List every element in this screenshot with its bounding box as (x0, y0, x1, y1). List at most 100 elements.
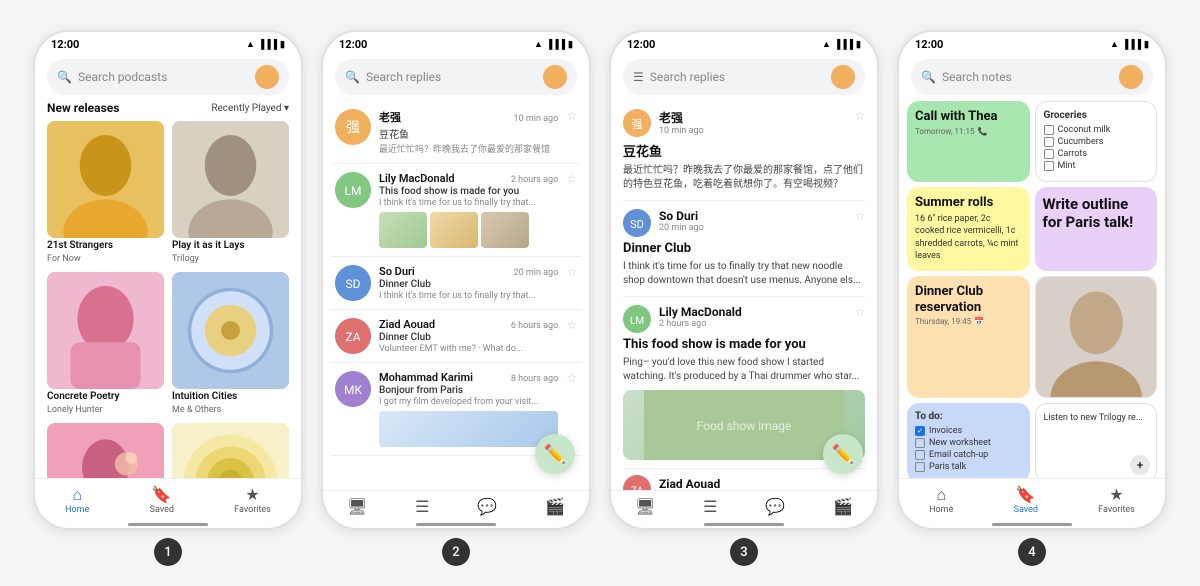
note-person-image[interactable] (1035, 276, 1158, 399)
nav-video-3[interactable]: 🎬 (833, 499, 853, 515)
detail-subject-3-3: This food show is made for you (623, 337, 865, 352)
todo-checkbox-invoices[interactable]: ✓ (915, 426, 925, 436)
todo-checkbox-worksheet[interactable] (915, 438, 925, 448)
groceries-title: Groceries (1044, 110, 1149, 121)
note-listen-trilogy[interactable]: Listen to new Trilogy re... + (1035, 403, 1158, 478)
star-icon-3-2[interactable]: ☆ (854, 209, 865, 223)
note-groceries[interactable]: Groceries Coconut milk Cucumbers Carrots (1035, 101, 1158, 182)
podcast-name-3: Concrete Poetry (47, 391, 164, 403)
saved-icon-1: 🔖 (152, 487, 172, 503)
note-write-outline[interactable]: Write outline for Paris talk! (1035, 187, 1158, 271)
star-icon-3-1[interactable]: ☆ (854, 109, 865, 123)
nav-chat-2[interactable]: 💬 (477, 499, 497, 515)
nav-home-4[interactable]: ⌂ Home (929, 487, 953, 515)
list-item[interactable]: Intuition Cities Me & Others (172, 272, 289, 415)
list-icon-3: ☰ (703, 499, 717, 515)
msg-time-2-2: 2 hours ago (511, 175, 558, 185)
star-icon-2-5[interactable]: ☆ (566, 371, 577, 385)
phone-3-wrapper: 12:00 ▲ ▐▐▐ ▮ ☰ Search replies (609, 30, 879, 566)
svg-text:LM: LM (345, 184, 362, 198)
search-bar-2[interactable]: 🔍 Search replies (335, 59, 577, 95)
checkbox-cucumbers[interactable] (1044, 137, 1054, 147)
search-bar-1[interactable]: 🔍 Search podcasts (47, 59, 289, 95)
bottom-nav-3: 🖥 ☰ 💬 🎬 (611, 490, 877, 519)
note-todo[interactable]: To do: ✓ Invoices New worksheet Email ca… (907, 403, 1030, 478)
home-icon-4: ⌂ (936, 487, 946, 503)
search-icon-4: 🔍 (921, 70, 936, 84)
calendar-icon-dinner-club: 📅 (974, 317, 984, 326)
nav-favorites-4[interactable]: ★ Favorites (1098, 487, 1135, 515)
detail-time-3-2: 20 min ago (659, 223, 846, 233)
nav-chat-3[interactable]: 💬 (765, 499, 785, 515)
nav-desktop-3[interactable]: 🖥 (635, 499, 655, 515)
list-item[interactable]: ZA Ziad Aouad 6 hours ago Dinner Club Vo… (331, 310, 581, 363)
checkbox-carrots[interactable] (1044, 149, 1054, 159)
list-item[interactable]: SD So Duri 20 min ago Dinner Club I thin… (331, 257, 581, 310)
svg-text:LM: LM (630, 316, 644, 327)
search-bar-4[interactable]: 🔍 Search notes (911, 59, 1153, 95)
detail-subject-3-1: 豆花鱼 (623, 141, 865, 160)
search-placeholder-3: Search replies (650, 70, 825, 84)
star-icon-2-4[interactable]: ☆ (566, 318, 577, 332)
note-call-with-thea[interactable]: Call with Thea Tomorrow, 11:15 📞 (907, 101, 1030, 182)
star-icon-2-1[interactable]: ☆ (566, 109, 577, 123)
avatar-2 (543, 65, 567, 89)
list-item[interactable]: LM Lily MacDonald 2 hours ago This food … (331, 164, 581, 257)
todo-label-4: Paris talk (929, 462, 966, 472)
nav-saved-4[interactable]: 🔖 Saved (1014, 487, 1038, 515)
checkbox-coconut-milk[interactable] (1044, 125, 1054, 135)
nav-list-3[interactable]: ☰ (703, 499, 717, 515)
fab-2[interactable]: ✏️ (535, 434, 575, 474)
checkbox-mint[interactable] (1044, 161, 1054, 171)
nav-favorites-1[interactable]: ★ Favorites (234, 487, 271, 515)
list-item[interactable]: Concrete Poetry Lonely Hunter (47, 272, 164, 415)
msg-name-2-5: Mohammad Karimi (379, 371, 473, 384)
note-summer-rolls[interactable]: Summer rolls 16 6" rice paper, 2c cooked… (907, 187, 1030, 271)
nav-list-2[interactable]: ☰ (415, 499, 429, 515)
fab-3[interactable]: ✏️ (823, 434, 863, 474)
star-icon-2-3[interactable]: ☆ (566, 265, 577, 279)
msg-preview-2-3: I think it's time for us to finally try … (379, 291, 558, 301)
list-item[interactable]: 21st Strangers For Now (47, 121, 164, 264)
nav-saved-1[interactable]: 🔖 Saved (150, 487, 174, 515)
msg-preview-2-5: I got my film developed from your visit.… (379, 397, 558, 407)
note-title-listen-trilogy: Listen to new Trilogy re... (1044, 412, 1149, 425)
star-icon-2-2[interactable]: ☆ (566, 172, 577, 186)
battery-icon-1: ▮ (280, 40, 285, 50)
note-dinner-club[interactable]: Dinner Club reservation Thursday, 19:45 … (907, 276, 1030, 399)
detail-name-3-1: 老强 (659, 109, 846, 126)
nav-home-1[interactable]: ⌂ Home (65, 487, 89, 515)
podcast-grid: 21st Strangers For Now Play it as it Lay… (47, 121, 289, 478)
msg-avatar-3-2: SD (623, 209, 651, 237)
detail-time-3-3: 2 hours ago (659, 319, 846, 329)
time-1: 12:00 (51, 38, 79, 51)
todo-checkbox-email[interactable] (915, 450, 925, 460)
detail-msg-header-3-3: LM Lily MacDonald 2 hours ago ☆ (623, 305, 865, 333)
avatar-3 (831, 65, 855, 89)
msg-time-2-4: 6 hours ago (511, 321, 558, 331)
nav-desktop-2[interactable]: 🖥 (347, 499, 367, 515)
svg-text:强: 强 (346, 120, 360, 136)
note-sub-call-thea: Tomorrow, 11:15 (915, 127, 974, 136)
list-item[interactable] (172, 423, 289, 478)
detail-sender-3-2: So Duri 20 min ago (659, 209, 846, 233)
note-title-summer-rolls: Summer rolls (915, 195, 1022, 211)
star-icon-3-3[interactable]: ☆ (854, 305, 865, 319)
nav-video-2[interactable]: 🎬 (545, 499, 565, 515)
msg-avatar-3-1: 强 (623, 109, 651, 137)
section-action-1[interactable]: Recently Played ▾ (211, 103, 289, 114)
podcast-thumb-1 (47, 121, 164, 238)
list-item[interactable]: Play it as it Lays Trilogy (172, 121, 289, 264)
search-icon-1: 🔍 (57, 70, 72, 84)
add-icon-4[interactable]: + (1130, 455, 1150, 475)
msg-header-2-1: 老强 10 min ago (379, 109, 558, 125)
note-title-write-outline: Write outline for Paris talk! (1043, 195, 1150, 231)
search-placeholder-2: Search replies (366, 70, 537, 84)
todo-checkbox-paris[interactable] (915, 462, 925, 472)
msg-time-2-5: 8 hours ago (511, 374, 558, 384)
list-item[interactable] (47, 423, 164, 478)
search-bar-3[interactable]: ☰ Search replies (623, 59, 865, 95)
favorites-icon-4: ★ (1109, 487, 1123, 503)
nav-favorites-label-4: Favorites (1098, 505, 1135, 515)
list-item[interactable]: 强 老强 10 min ago 豆花鱼 最近忙忙吗？昨晚我去了你最爱的那家餐馆 … (331, 101, 581, 164)
